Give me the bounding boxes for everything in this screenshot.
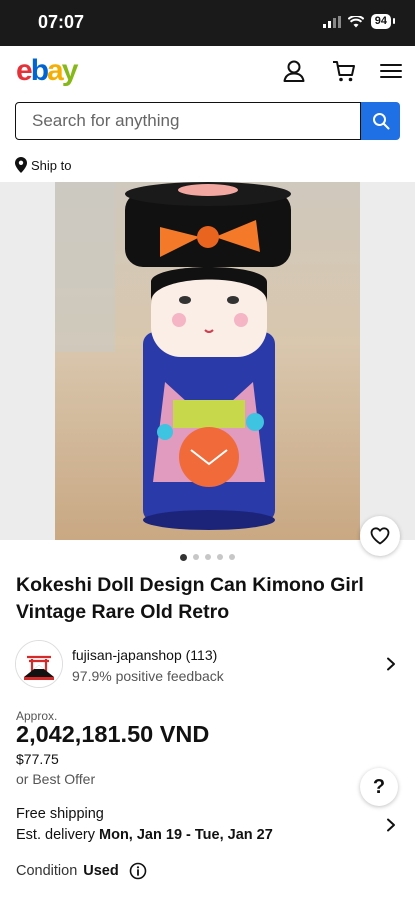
pagination-dot[interactable] [205,554,211,560]
product-photo [55,182,360,540]
search-input[interactable] [15,102,361,140]
status-time: 07:07 [38,12,85,32]
menu-icon[interactable] [378,58,404,84]
heart-icon [370,527,390,545]
image-gallery[interactable] [0,182,415,540]
pagination-dot[interactable] [217,554,223,560]
ship-to-label: Ship to [31,157,72,173]
cart-icon[interactable] [331,58,357,84]
search-button[interactable] [361,102,400,140]
account-icon[interactable] [281,58,307,84]
pagination-dot[interactable] [180,553,187,561]
condition-row: Condition Used [16,862,147,880]
delivery-estimate: Est. delivery Mon, Jan 19 - Tue, Jan 27 [16,827,273,843]
chevron-right-icon [387,657,395,671]
app-header: ebay [0,46,415,98]
logo-letter-a: a [47,54,64,87]
signal-icon [322,15,341,28]
price: 2,042,181.50 VND [16,721,210,747]
pagination-dot[interactable] [229,554,235,560]
seller-row[interactable]: fujisan-japanshop (113) 97.9% positive f… [15,640,400,688]
delivery-label: Est. delivery [16,827,95,843]
condition-label: Condition [16,863,78,879]
best-offer-label: or Best Offer [16,771,96,787]
listing-title: Kokeshi Doll Design Can Kimono Girl Vint… [16,574,364,623]
seller-avatar [15,640,63,688]
ebay-logo[interactable]: ebay [16,54,79,88]
chevron-right-icon [387,818,395,832]
logo-letter-b: b [30,54,49,87]
help-button[interactable]: ? [360,768,398,806]
seller-name: fujisan-japanshop (113) [72,647,218,663]
help-icon: ? [372,775,386,798]
status-bar: 07:07 94 [0,0,415,46]
battery-indicator: 94 [370,14,396,29]
condition-value: Used [83,863,119,879]
shipping-cost: Free shipping [16,806,104,822]
logo-letter-e: e [16,54,33,87]
info-icon[interactable] [129,862,147,880]
delivery-dates: Mon, Jan 19 - Tue, Jan 27 [99,827,273,843]
ship-to-link[interactable]: Ship to [15,157,71,173]
seller-logo-icon [16,641,62,687]
location-pin-icon [15,157,27,173]
gallery-pagination [0,553,415,561]
watch-button[interactable] [360,516,400,556]
pagination-dot[interactable] [193,554,199,560]
search-icon [372,113,389,130]
wifi-icon [347,15,364,27]
status-icons: 94 [322,14,396,29]
price-usd: $77.75 [16,751,59,767]
shipping-row[interactable]: Free shipping Est. delivery Mon, Jan 19 … [16,806,400,846]
search-bar [15,102,400,140]
seller-feedback: 97.9% positive feedback [72,668,224,684]
logo-letter-y: y [61,54,79,87]
